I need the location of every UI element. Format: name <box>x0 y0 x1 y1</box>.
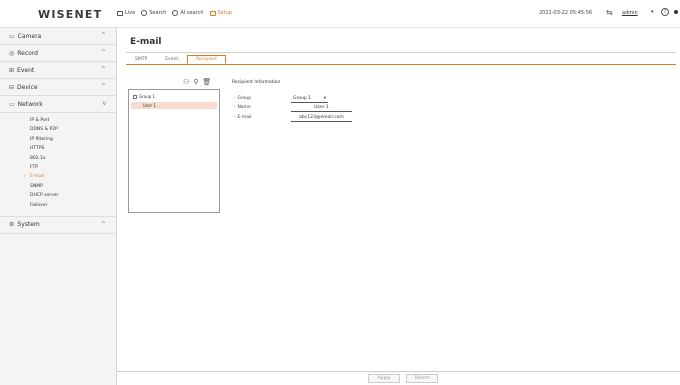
sidebar-item-dhcp-server[interactable]: DHCP server <box>30 191 116 200</box>
event-icon: ⊞ <box>9 66 15 74</box>
chevron-down-icon: v <box>102 100 106 107</box>
title-divider <box>126 52 676 53</box>
folder-icon <box>133 94 137 99</box>
sidebar-item-ddns-p2p[interactable]: DDNS & P2P <box>30 125 116 134</box>
top-navigation: Live Search AI search Setup <box>117 10 232 16</box>
recipient-tree: Group 1 User 1 <box>128 89 220 213</box>
add-user-icon[interactable]: ⚲ <box>193 78 198 86</box>
tab-recipient[interactable]: Recipient <box>187 55 227 64</box>
chevron-up-icon: ^ <box>100 83 106 90</box>
top-bar: WISENET Live Search AI search Setup 2022… <box>0 0 680 28</box>
sidebar-item-email[interactable]: E-mail <box>24 172 116 182</box>
sidebar: ▭ Camera ^ ◎ Record ^ ⊞ Event ^ ⊟ Device… <box>0 28 117 385</box>
ai-search-icon <box>172 10 179 16</box>
user-caret-icon[interactable]: ▾ <box>651 9 654 15</box>
nav-ai-search[interactable]: AI search <box>172 10 204 16</box>
email-field[interactable]: abc123@email.com <box>291 114 352 122</box>
datetime-display: 2022-03-22 05:45:56 <box>539 10 593 16</box>
menu-record[interactable]: ◎ Record ^ <box>0 45 116 62</box>
revert-button[interactable]: Revert <box>406 374 438 383</box>
menu-event[interactable]: ⊞ Event ^ <box>0 62 116 79</box>
footer-divider <box>117 371 680 372</box>
chevron-up-icon: ^ <box>100 32 106 39</box>
network-icon: ▭ <box>9 100 15 108</box>
nav-live[interactable]: Live <box>117 10 135 16</box>
name-field[interactable]: User 1 <box>291 104 352 112</box>
sidebar-item-ip-port[interactable]: IP & Port <box>30 116 116 125</box>
help-icon[interactable]: ? <box>661 8 669 16</box>
menu-camera[interactable]: ▭ Camera ^ <box>0 28 116 45</box>
menu-device[interactable]: ⊟ Device ^ <box>0 79 116 96</box>
add-group-icon[interactable]: ⚇ <box>183 78 189 86</box>
menu-network[interactable]: ▭ Network v <box>0 96 116 113</box>
network-submenu: IP & Port DDNS & P2P IP filtering HTTPS … <box>0 113 116 217</box>
tab-bar: SMTP Event Recipient <box>126 55 227 64</box>
sidebar-item-snmp[interactable]: SNMP <box>30 182 116 191</box>
wisenet-logo: WISENET <box>38 8 103 21</box>
more-icon[interactable] <box>674 10 678 14</box>
nav-setup[interactable]: Setup <box>209 10 232 16</box>
monitor-icon <box>117 10 123 16</box>
menu-system[interactable]: ⚙ System ^ <box>0 217 116 234</box>
group-select[interactable]: Group 1 ▾ <box>291 95 328 103</box>
sidebar-item-ip-filtering[interactable]: IP filtering <box>30 135 116 144</box>
page-title: E-mail <box>130 37 162 47</box>
tab-event[interactable]: Event <box>156 55 187 64</box>
tab-divider <box>126 64 676 65</box>
chevron-down-icon: ▾ <box>323 96 326 101</box>
nav-search[interactable]: Search <box>141 10 166 16</box>
sidebar-item-8021x[interactable]: 802.1x <box>30 154 116 163</box>
record-icon: ◎ <box>9 49 15 57</box>
email-label: E-mail <box>234 115 251 120</box>
user-icon[interactable]: ⇆ <box>606 8 613 17</box>
sidebar-item-ftp[interactable]: FTP <box>30 163 116 172</box>
sidebar-item-https[interactable]: HTTPS <box>30 144 116 153</box>
chevron-up-icon: ^ <box>100 220 106 228</box>
tree-user-item[interactable]: User 1 <box>131 102 217 109</box>
chevron-up-icon: ^ <box>100 49 106 56</box>
user-account-link[interactable]: admin <box>622 10 638 16</box>
system-icon: ⚙ <box>9 221 15 229</box>
tree-toolbar: ⚇ ⚲ 🗑 <box>183 78 211 86</box>
group-label: Group <box>234 96 251 101</box>
recipient-section-title: Recipient Information <box>232 80 281 85</box>
apply-button[interactable]: Apply <box>368 374 400 383</box>
tree-group-item[interactable]: Group 1 <box>133 94 155 99</box>
camera-icon: ▭ <box>9 32 15 40</box>
name-label: Name <box>234 105 250 110</box>
setup-icon <box>209 10 216 16</box>
device-icon: ⊟ <box>9 83 15 91</box>
delete-icon[interactable]: 🗑 <box>202 78 211 86</box>
tab-smtp[interactable]: SMTP <box>126 55 156 64</box>
chevron-up-icon: ^ <box>100 66 106 73</box>
sidebar-item-failover[interactable]: Failover <box>30 201 116 210</box>
search-icon <box>141 10 148 16</box>
